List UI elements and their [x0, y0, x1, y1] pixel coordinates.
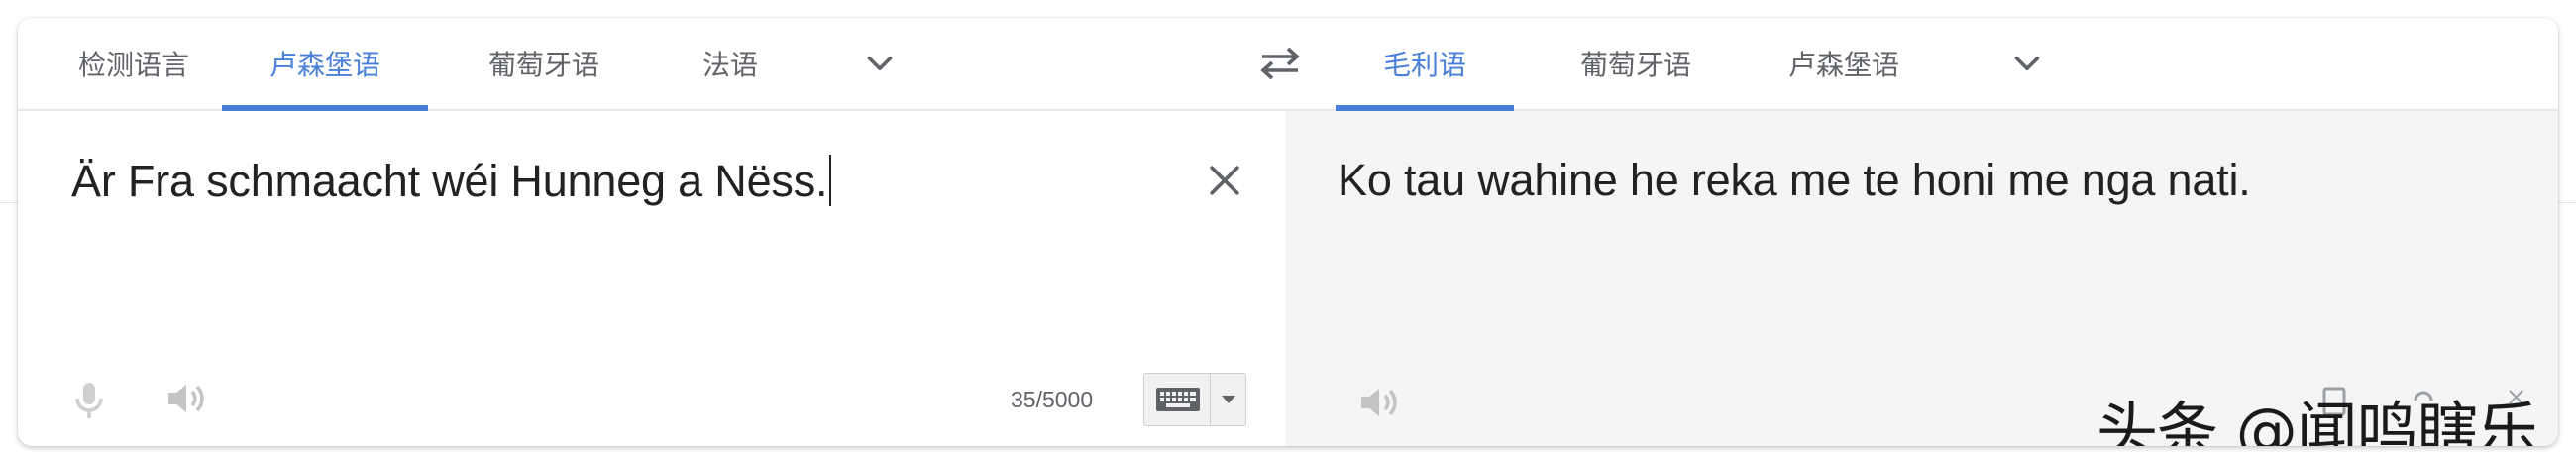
- source-tab-french[interactable]: 法语: [666, 18, 795, 109]
- speaker-icon[interactable]: [1355, 379, 1403, 426]
- speaker-icon[interactable]: [162, 375, 210, 422]
- language-bar: 检测语言 卢森堡语 葡萄牙语 法语 毛利语 葡萄牙语 卢森堡语: [18, 18, 2558, 111]
- translation-text: Ko tau wahine he reka me te honi me nga …: [1338, 155, 2251, 205]
- microphone-icon[interactable]: [65, 377, 113, 424]
- target-tab-luxembourgish[interactable]: 卢森堡语: [1760, 18, 1928, 109]
- keyboard-button-divider: [1210, 374, 1211, 425]
- chevron-down-icon[interactable]: [862, 46, 898, 81]
- tab-label: 葡萄牙语: [1579, 50, 1691, 80]
- keyboard-icon: [1156, 388, 1200, 411]
- tab-label: 检测语言: [77, 50, 189, 80]
- keyboard-input-button[interactable]: [1143, 373, 1246, 426]
- source-tab-detect-language[interactable]: 检测语言: [55, 18, 212, 109]
- translate-card: 检测语言 卢森堡语 葡萄牙语 法语 毛利语 葡萄牙语 卢森堡语 Är Fra s…: [18, 18, 2558, 446]
- source-input[interactable]: Är Fra schmaacht wéi Hunneg a Nëss.: [71, 155, 832, 207]
- close-icon[interactable]: [1203, 159, 1246, 202]
- swap-languages-icon[interactable]: [1258, 44, 1302, 83]
- translate-page: 检测语言 卢森堡语 葡萄牙语 法语 毛利语 葡萄牙语 卢森堡语 Är Fra s…: [0, 0, 2576, 458]
- text-caret: [829, 155, 832, 206]
- source-tab-luxembourgish[interactable]: 卢森堡语: [222, 18, 428, 111]
- watermark: 头条 @闻鸣瞎乐: [2096, 395, 2539, 446]
- source-tab-portuguese[interactable]: 葡萄牙语: [460, 18, 628, 109]
- tab-label: 法语: [701, 50, 758, 80]
- tab-label: 葡萄牙语: [487, 50, 599, 80]
- source-text-area[interactable]: Är Fra schmaacht wéi Hunneg a Nëss. 35/5…: [18, 111, 1286, 446]
- target-tab-portuguese[interactable]: 葡萄牙语: [1552, 18, 1720, 109]
- tab-label: 卢森堡语: [1787, 50, 1899, 80]
- dropdown-arrow-icon[interactable]: [1220, 394, 1237, 405]
- tab-label: 毛利语: [1382, 50, 1466, 80]
- source-input-text: Är Fra schmaacht wéi Hunneg a Nëss.: [71, 156, 828, 206]
- target-tab-maori[interactable]: 毛利语: [1336, 18, 1514, 111]
- tab-label: 卢森堡语: [268, 50, 380, 80]
- character-count: 35/5000: [1011, 387, 1094, 412]
- chevron-down-icon[interactable]: [2009, 46, 2045, 81]
